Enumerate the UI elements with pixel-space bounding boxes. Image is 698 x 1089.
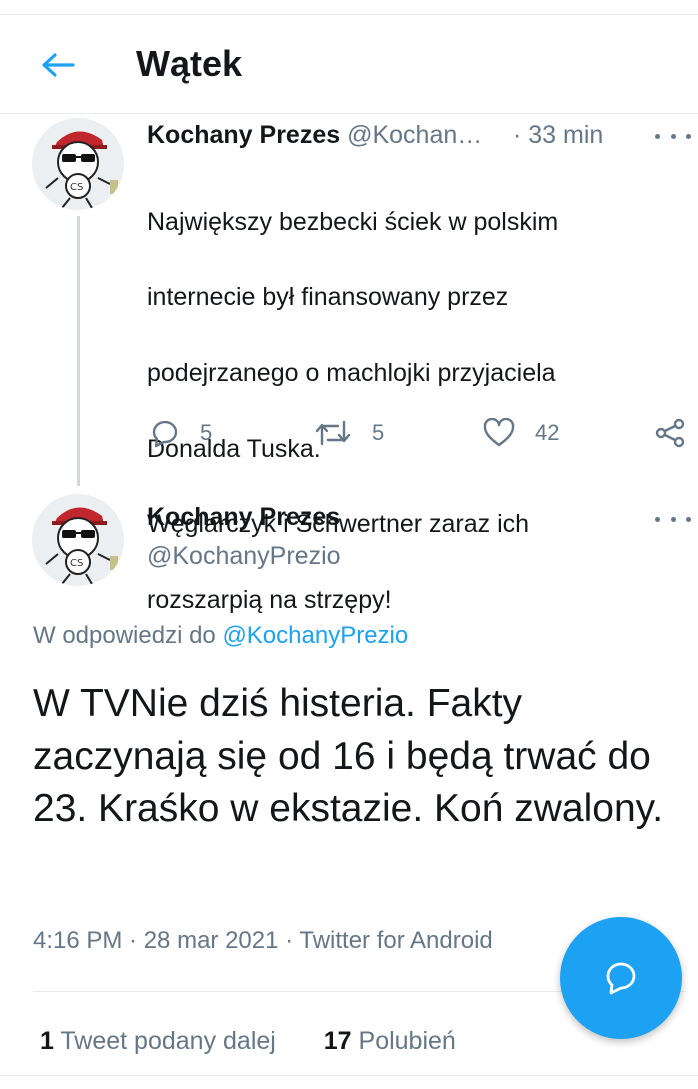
tweet-time: · 33 min <box>513 121 604 149</box>
retweets-stat[interactable]: 1 Tweet podany dalej <box>40 1027 276 1055</box>
share-icon <box>655 418 685 448</box>
share-button[interactable] <box>654 418 686 448</box>
svg-text:CS: CS <box>70 182 83 193</box>
more-horizontal-icon <box>655 133 660 139</box>
reply-context: W odpowiedzi do @KochanyPrezio <box>33 622 409 649</box>
author-name[interactable]: Kochany Prezes @Kochan… <box>147 121 482 150</box>
avatar-image: CS <box>32 118 124 210</box>
app-header: Wątek <box>0 15 698 114</box>
reply-count: 5 <box>200 420 213 445</box>
thread-connector <box>77 216 80 486</box>
author-name[interactable]: Kochany Prezes <box>147 503 340 532</box>
arrow-left-icon <box>42 53 75 77</box>
tweet-meta: 4:16 PM · 28 mar 2021 · Twitter for Andr… <box>33 927 493 954</box>
heart-icon <box>483 418 515 447</box>
reply-bubble-icon <box>606 962 636 995</box>
reply-icon <box>152 420 178 448</box>
like-button[interactable]: 42 <box>483 418 559 448</box>
likes-stat[interactable]: 17 Polubień <box>324 1027 456 1055</box>
divider <box>0 1075 698 1076</box>
reply-compose-button[interactable] <box>560 917 682 1039</box>
more-options-button[interactable] <box>655 509 691 529</box>
like-count: 42 <box>535 420 560 445</box>
reply-button[interactable]: 5 <box>148 418 212 448</box>
back-button[interactable] <box>38 45 78 85</box>
retweet-button[interactable]: 5 <box>314 418 384 448</box>
reply-to-link[interactable]: @KochanyPrezio <box>222 622 408 649</box>
more-options-button[interactable] <box>655 126 691 146</box>
avatar-image: CS <box>32 494 124 586</box>
author-handle[interactable]: @KochanyPrezio <box>147 542 341 571</box>
tweet-stats: 1 Tweet podany dalej 17 Polubień <box>40 1027 456 1056</box>
avatar[interactable]: CS <box>32 494 124 586</box>
tweet-text: W TVNie dziś histeria. Fakty zaczynają s… <box>33 682 664 830</box>
retweet-icon <box>315 420 351 446</box>
svg-text:CS: CS <box>70 558 83 569</box>
more-horizontal-icon <box>655 516 660 522</box>
avatar[interactable]: CS <box>32 118 124 210</box>
page-title: Wątek <box>136 43 243 84</box>
retweet-count: 5 <box>372 420 385 445</box>
tweet-body: Największy bezbecki ściek w polskim inte… <box>147 207 559 614</box>
author-handle: @Kochan… <box>347 121 483 149</box>
